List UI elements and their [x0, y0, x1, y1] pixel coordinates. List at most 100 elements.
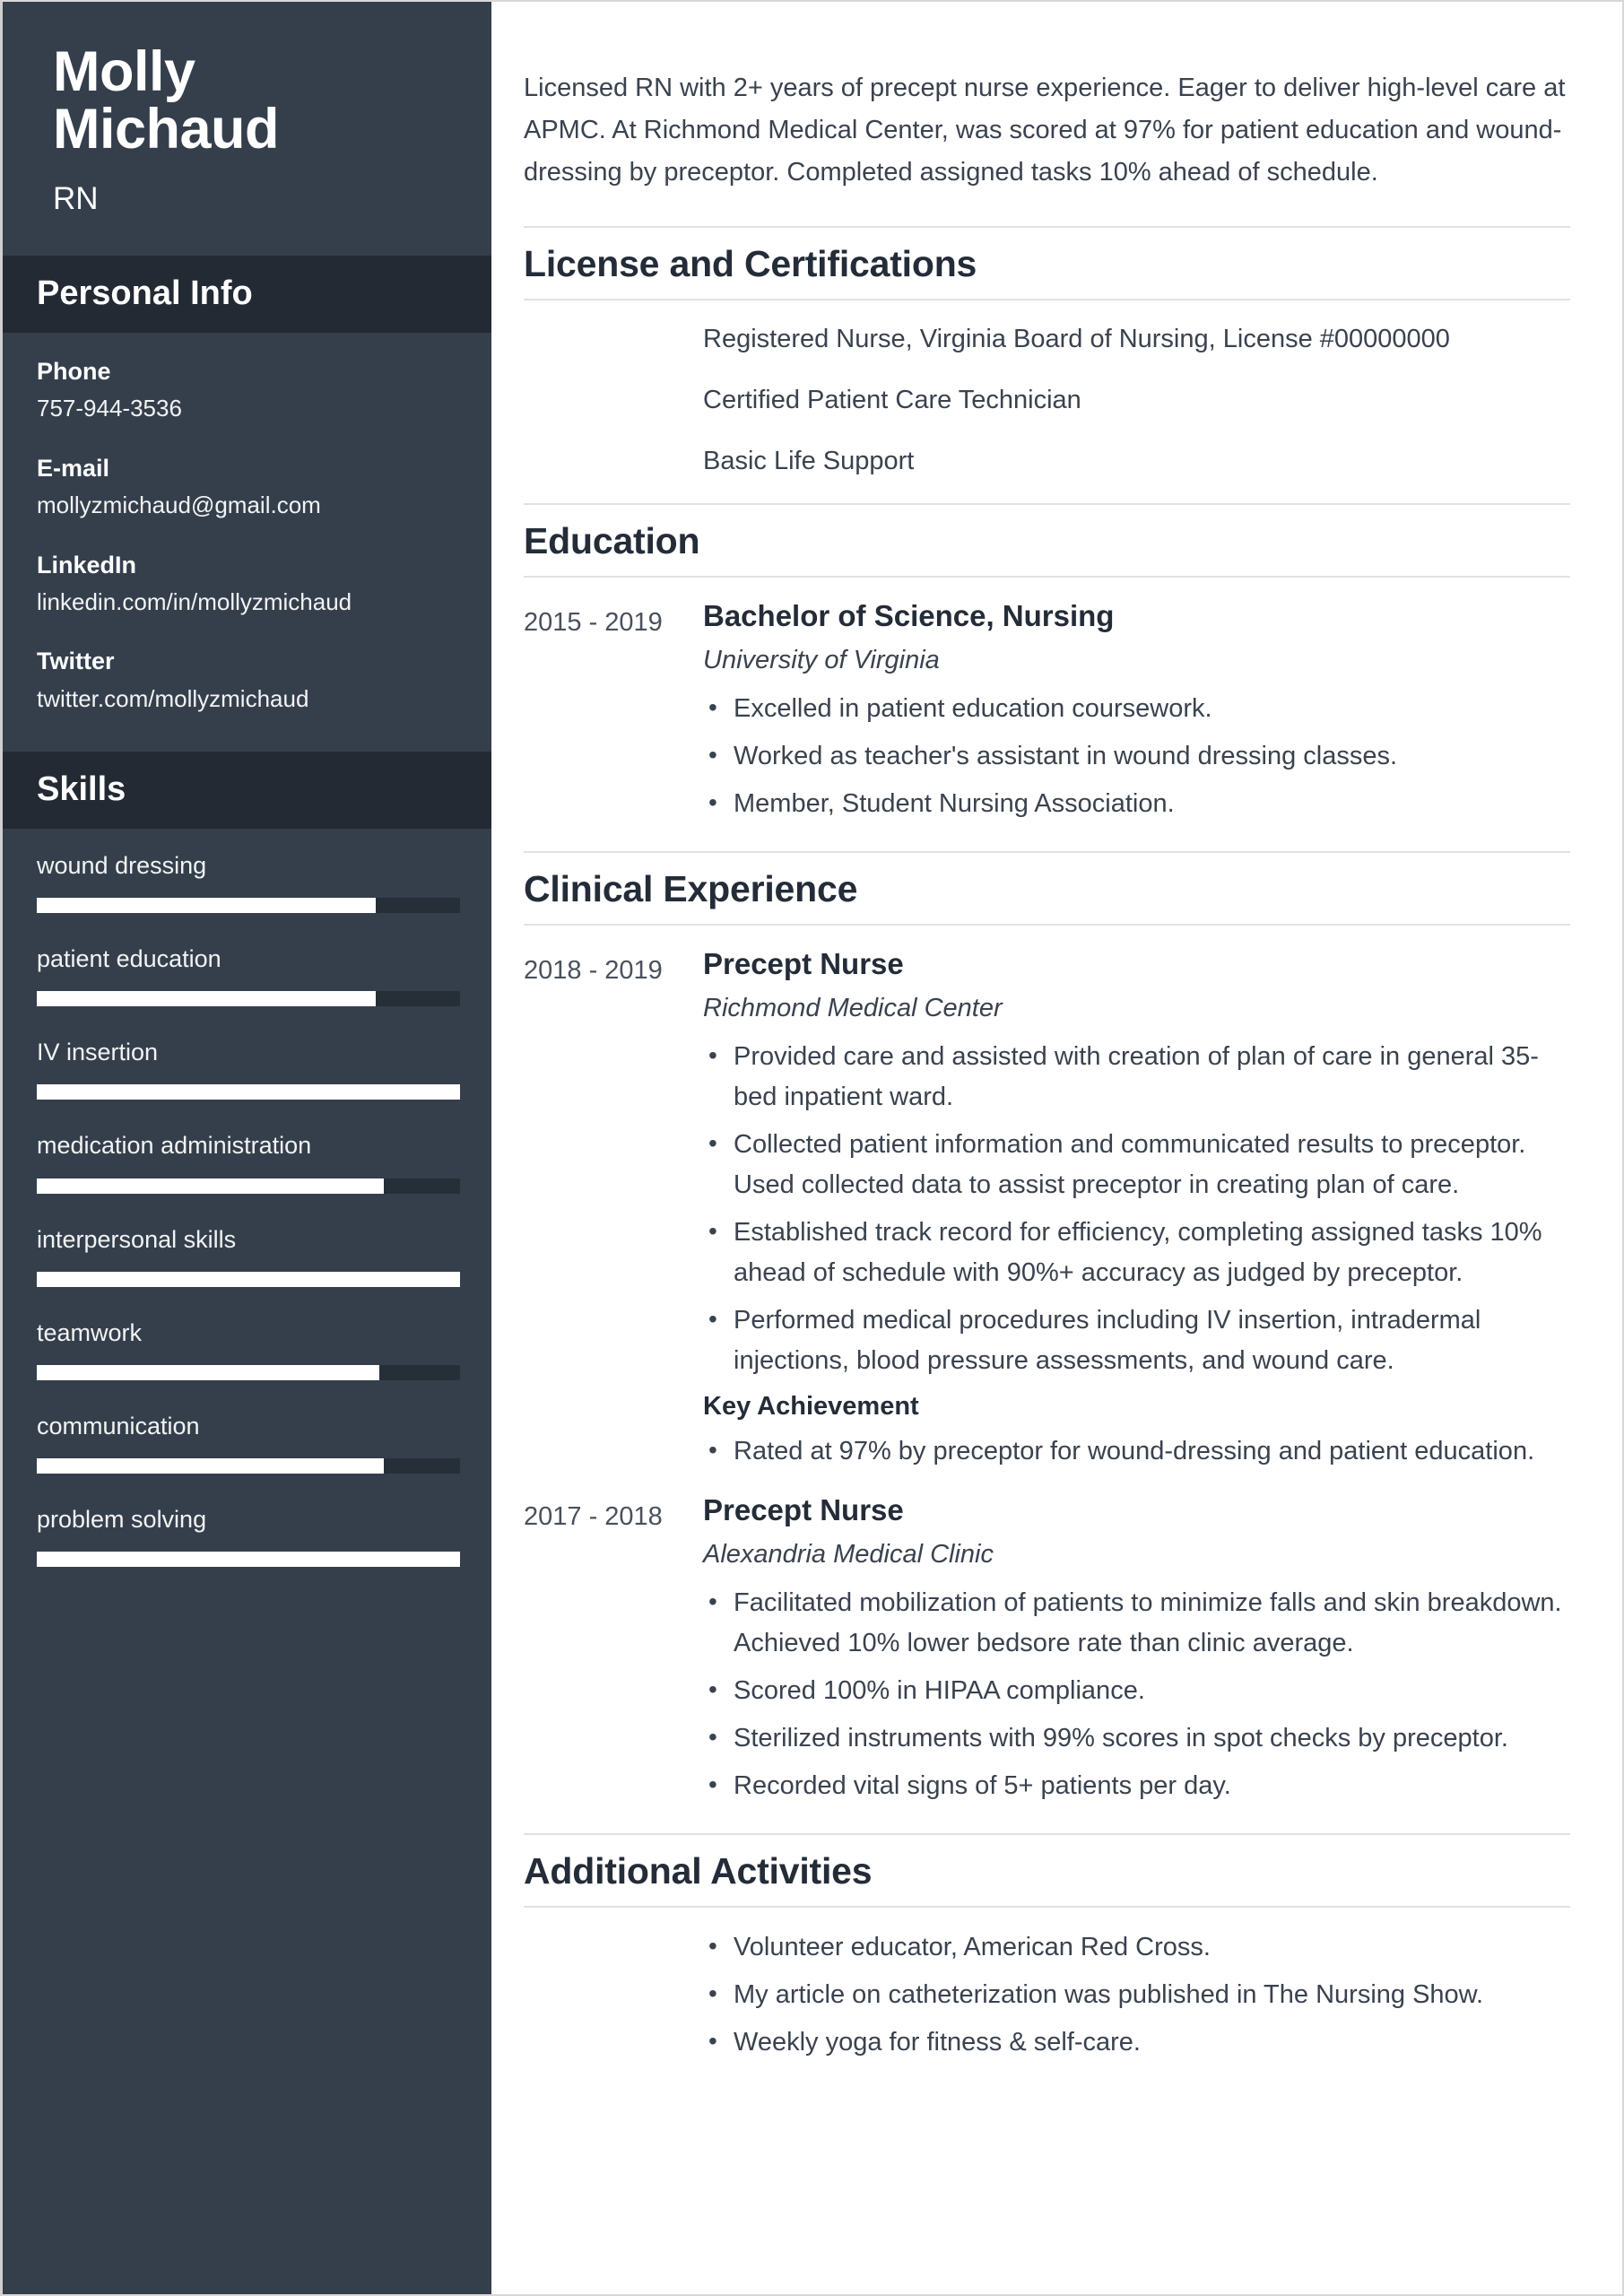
- sidebar: Molly Michaud RN Personal Info Phone 757…: [3, 2, 491, 2294]
- skill-bar-fill: [37, 898, 376, 914]
- experience-entry: 2017 - 2018 Precept Nurse Alexandria Med…: [524, 1492, 1570, 1813]
- activities-wrapper: Volunteer educator, American Red Cross. …: [524, 1926, 1570, 2063]
- section-title-experience: Clinical Experience: [524, 851, 1570, 926]
- entry-main: Bachelor of Science, Nursing University …: [703, 597, 1570, 831]
- skill-item: interpersonal skills: [37, 1224, 460, 1287]
- page-title: Molly Michaud: [53, 43, 441, 159]
- skill-bar-fill: [37, 1457, 385, 1474]
- entry-employer: Richmond Medical Center: [703, 994, 1003, 1023]
- skill-bar-track: [37, 1271, 460, 1287]
- skill-bar-track: [37, 1084, 460, 1100]
- skill-label: teamwork: [37, 1318, 143, 1346]
- section-body-license: Registered Nurse, Virginia Board of Nurs…: [524, 300, 1570, 480]
- list-item: Volunteer educator, American Red Cross.: [703, 1926, 1570, 1968]
- skill-bar-track: [37, 1457, 460, 1474]
- list-item: Worked as teacher's assistant in wound d…: [703, 735, 1570, 777]
- entry-bullets: Provided care and assisted with creation…: [703, 1036, 1570, 1381]
- skill-label: patient education: [37, 945, 221, 973]
- personal-info-heading: Personal Info: [3, 256, 491, 333]
- section-body-activities: Volunteer educator, American Red Cross. …: [524, 1908, 1570, 2063]
- list-item: My article on catheterization was publis…: [703, 1974, 1570, 2015]
- skill-bar-track: [37, 1178, 460, 1194]
- entry-job-title: Precept Nurse: [703, 947, 904, 981]
- list-item: Recorded vital signs of 5+ patients per …: [703, 1765, 1570, 1806]
- entry-main: Precept Nurse Richmond Medical Center Pr…: [703, 945, 1570, 1479]
- list-item: Established track record for efficiency,…: [703, 1212, 1570, 1293]
- contact-item-phone: Phone 757-944-3536: [37, 356, 457, 424]
- skill-label: interpersonal skills: [37, 1225, 237, 1253]
- section-education: Education 2015 - 2019 Bachelor of Scienc…: [524, 503, 1570, 831]
- skills-heading: Skills: [3, 752, 491, 830]
- entry-bullets: Facilitated mobilization of patients to …: [703, 1582, 1570, 1806]
- entry-dates: 2018 - 2019: [524, 956, 663, 986]
- skill-item: teamwork: [37, 1318, 460, 1380]
- skills-list: wound dressing patient education IV inse…: [3, 829, 491, 1633]
- contact-item-linkedin: LinkedIn linkedin.com/in/mollyzmichaud: [37, 550, 457, 618]
- license-list: Registered Nurse, Virginia Board of Nurs…: [524, 320, 1570, 480]
- main-content: Licensed RN with 2+ years of precept nur…: [491, 2, 1622, 2294]
- list-item: Facilitated mobilization of patients to …: [703, 1582, 1570, 1664]
- section-body-education: 2015 - 2019 Bachelor of Science, Nursing…: [524, 578, 1570, 831]
- entry-school: University of Virginia: [703, 646, 940, 675]
- skill-label: problem solving: [37, 1505, 207, 1533]
- list-item: Rated at 97% by preceptor for wound-dres…: [703, 1431, 1570, 1472]
- contact-value-linkedin[interactable]: linkedin.com/in/mollyzmichaud: [37, 587, 457, 618]
- entry-main: Precept Nurse Alexandria Medical Clinic …: [703, 1492, 1570, 1813]
- job-title: RN: [53, 180, 99, 216]
- experience-entry: 2018 - 2019 Precept Nurse Richmond Medic…: [524, 945, 1570, 1479]
- contact-item-email: E-mail mollyzmichaud@gmail.com: [37, 453, 457, 521]
- list-item: Scored 100% in HIPAA compliance.: [703, 1670, 1570, 1711]
- section-license: License and Certifications Registered Nu…: [524, 225, 1570, 480]
- skill-bar-fill: [37, 1178, 385, 1194]
- skill-label: IV insertion: [37, 1039, 159, 1066]
- entry-bullets: Excelled in patient education coursework…: [703, 688, 1570, 824]
- name-block: Molly Michaud RN: [3, 2, 491, 256]
- section-title-activities: Additional Activities: [524, 1832, 1570, 1909]
- list-item: Weekly yoga for fitness & self-care.: [703, 2022, 1570, 2063]
- resume-page: Molly Michaud RN Personal Info Phone 757…: [0, 0, 1624, 2296]
- list-item: Registered Nurse, Virginia Board of Nurs…: [703, 325, 1450, 353]
- skill-bar-track: [37, 898, 460, 914]
- contact-label: Twitter: [37, 648, 115, 675]
- key-achievement-label: Key Achievement: [703, 1391, 919, 1421]
- skill-item: wound dressing: [37, 850, 460, 914]
- skill-bar-fill: [37, 1551, 460, 1567]
- contact-value-phone[interactable]: 757-944-3536: [37, 394, 457, 424]
- list-item: Excelled in patient education coursework…: [703, 688, 1570, 729]
- skill-item: problem solving: [37, 1504, 460, 1567]
- section-title-license: License and Certifications: [524, 225, 1570, 300]
- entry-job-title: Precept Nurse: [703, 1493, 904, 1527]
- first-name: Molly: [53, 40, 195, 103]
- list-item: Member, Student Nursing Association.: [703, 783, 1570, 824]
- personal-info-body: Phone 757-944-3536 E-mail mollyzmichaud@…: [3, 333, 491, 752]
- summary-paragraph: Licensed RN with 2+ years of precept nur…: [524, 74, 1566, 187]
- contact-value-twitter[interactable]: twitter.com/mollyzmichaud: [37, 684, 457, 715]
- skill-bar-fill: [37, 1084, 460, 1100]
- skill-bar-fill: [37, 991, 376, 1007]
- contact-label: E-mail: [37, 454, 110, 482]
- activities-list: Volunteer educator, American Red Cross. …: [703, 1926, 1570, 2063]
- contact-label: Phone: [37, 357, 111, 385]
- skill-item: communication: [37, 1411, 460, 1474]
- section-title-education: Education: [524, 503, 1570, 578]
- skill-item: IV insertion: [37, 1037, 460, 1100]
- section-experience: Clinical Experience 2018 - 2019 Precept …: [524, 851, 1570, 1813]
- skill-item: medication administration: [37, 1130, 460, 1194]
- list-item: Performed medical procedures including I…: [703, 1300, 1570, 1381]
- skill-bar-track: [37, 1551, 460, 1567]
- skill-item: patient education: [37, 944, 460, 1007]
- list-item: Collected patient information and commun…: [703, 1124, 1570, 1205]
- section-body-experience: 2018 - 2019 Precept Nurse Richmond Medic…: [524, 926, 1570, 1813]
- entry-employer: Alexandria Medical Clinic: [703, 1540, 994, 1570]
- skill-label: communication: [37, 1412, 200, 1439]
- list-item: Basic Life Support: [703, 447, 915, 476]
- skill-label: medication administration: [37, 1132, 312, 1160]
- skill-bar-fill: [37, 1271, 460, 1287]
- skill-bar-fill: [37, 1364, 380, 1380]
- list-item: Certified Patient Care Technician: [703, 386, 1081, 415]
- entry-degree: Bachelor of Science, Nursing: [703, 599, 1115, 633]
- skill-bar-track: [37, 991, 460, 1007]
- contact-item-twitter: Twitter twitter.com/mollyzmichaud: [37, 646, 457, 714]
- last-name: Michaud: [53, 98, 280, 161]
- contact-value-email[interactable]: mollyzmichaud@gmail.com: [37, 491, 457, 521]
